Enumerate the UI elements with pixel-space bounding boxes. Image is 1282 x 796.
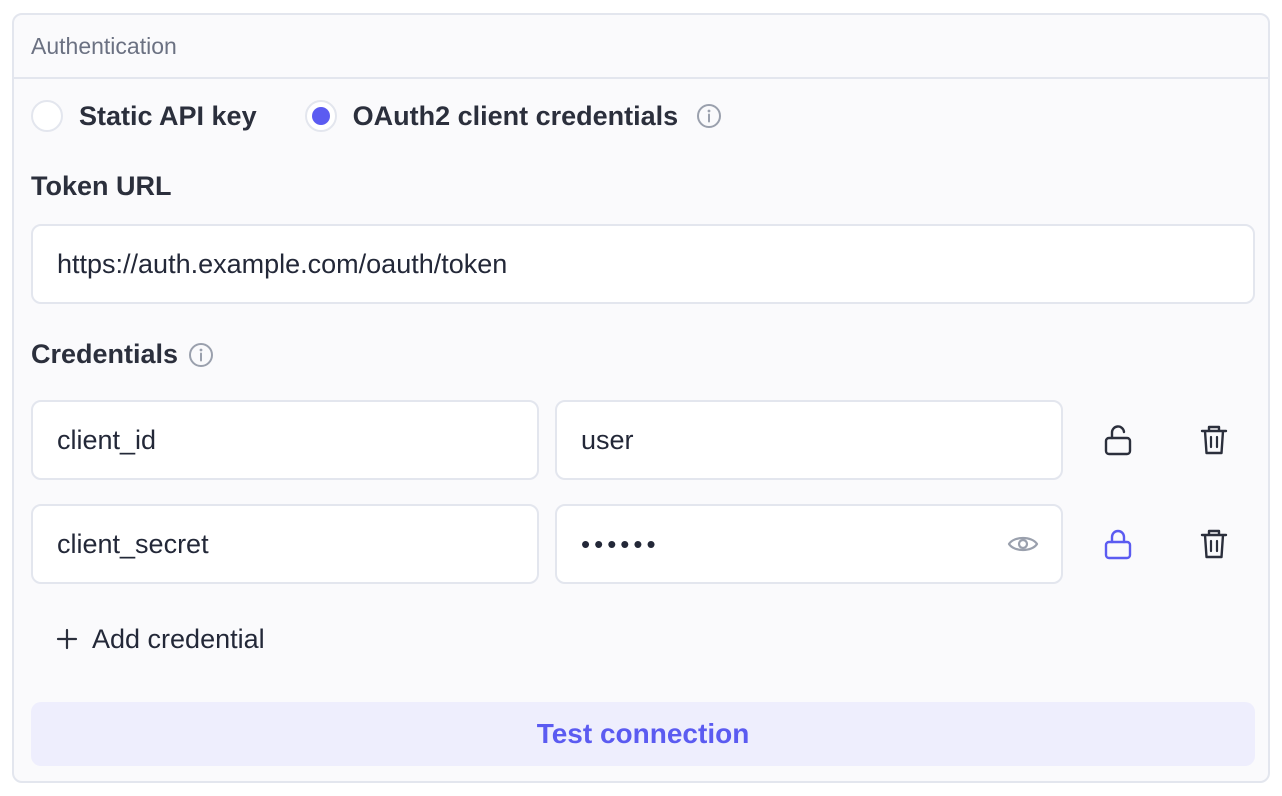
unlock-icon[interactable] — [1096, 418, 1140, 462]
radio-label: OAuth2 client credentials — [352, 100, 679, 131]
credential-key-input[interactable]: client_secret — [31, 504, 539, 584]
radio-circle[interactable] — [31, 100, 63, 132]
credential-masked-value: •••••• — [581, 528, 660, 559]
trash-icon[interactable] — [1192, 522, 1236, 566]
radio-label: Static API key — [79, 100, 257, 131]
auth-mode-radio-group: Static API key OAuth2 client credentials — [31, 99, 722, 133]
token-url-label: Token URL — [31, 171, 172, 202]
trash-icon[interactable] — [1192, 418, 1236, 462]
token-url-input[interactable]: https://auth.example.com/oauth/token — [31, 224, 1255, 304]
credential-value-input[interactable]: user — [555, 400, 1063, 480]
token-url-value: https://auth.example.com/oauth/token — [57, 248, 508, 279]
section-title: Authentication — [31, 32, 177, 59]
panel-header: Authentication — [14, 15, 1268, 79]
authentication-panel: Authentication Static API key OAuth2 cli… — [12, 13, 1270, 783]
radio-oauth2-client-credentials[interactable]: OAuth2 client credentials — [304, 100, 679, 132]
radio-static-api-key[interactable]: Static API key — [31, 100, 257, 132]
test-connection-label: Test connection — [536, 718, 750, 749]
info-icon[interactable] — [696, 103, 722, 129]
credential-secret-input[interactable]: •••••• — [555, 504, 1063, 584]
info-icon[interactable] — [188, 342, 214, 368]
credential-key-value: client_secret — [57, 528, 209, 559]
credential-value: user — [581, 424, 634, 455]
credential-key-input[interactable]: client_id — [31, 400, 539, 480]
credentials-label: Credentials — [31, 339, 214, 370]
test-connection-button[interactable]: Test connection — [31, 702, 1255, 766]
plus-icon — [56, 628, 78, 650]
credential-key-value: client_id — [57, 424, 157, 455]
token-url-label-text: Token URL — [31, 171, 172, 201]
add-credential-button[interactable]: Add credential — [56, 619, 265, 659]
add-credential-label: Add credential — [92, 623, 265, 654]
radio-circle-selected[interactable] — [304, 100, 337, 132]
lock-icon[interactable] — [1096, 522, 1140, 566]
eye-icon[interactable] — [1007, 533, 1039, 555]
radio-selected-dot — [311, 107, 330, 125]
credentials-label-text: Credentials — [31, 339, 179, 369]
